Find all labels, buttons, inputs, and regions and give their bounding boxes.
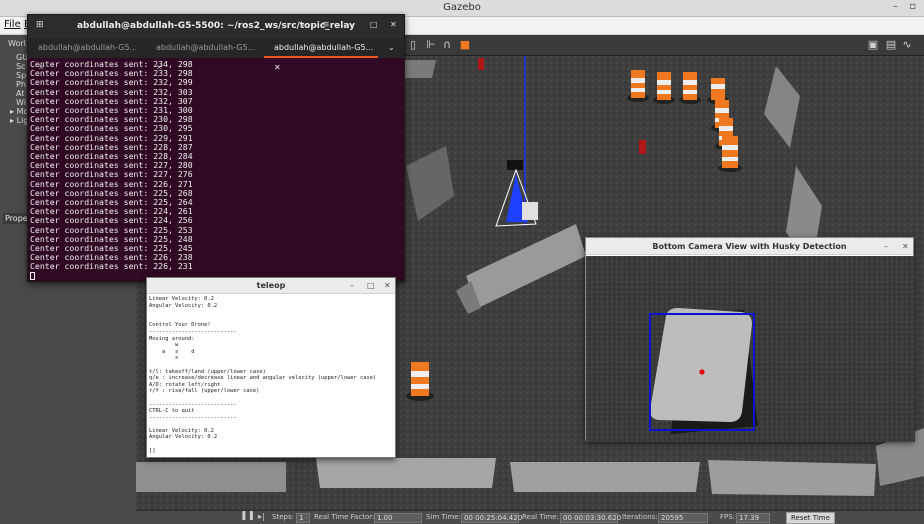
barrier [316, 458, 496, 488]
plot-icon[interactable]: ∿ [900, 38, 914, 52]
teleop-line: t/l: takeoff/land (upper/lower case) [149, 368, 266, 375]
tree-item-lights[interactable]: ▸ Lig [10, 116, 28, 125]
teleop-line: Control Your Drone! [149, 322, 211, 329]
properties-header: Prope [3, 213, 30, 224]
teleop-line: r/f : rise/fall (upper/lower case) [149, 388, 260, 395]
terminal-output[interactable]: Center coordinates sent: 234, 298 Center … [29, 59, 401, 281]
steps-input[interactable]: 1 [296, 513, 310, 523]
teleop-line: x [149, 355, 179, 362]
gazebo-title: Gazebo [443, 2, 481, 13]
align-icon[interactable]: ⊩ [424, 38, 438, 52]
world-tab[interactable]: Worl [8, 39, 26, 48]
terminal-tab-1[interactable]: abdullah@abdullah-G5... ✕ [28, 38, 146, 72]
teleop-output[interactable]: Linear Velocity: 0.2 Angular Velocity: 0.… [149, 296, 395, 456]
barrier [708, 460, 876, 496]
tree-item-models[interactable]: ▸ Mo [10, 107, 28, 116]
menu-icon[interactable]: ≡ [322, 20, 330, 30]
tree-item-scene[interactable]: Sc [16, 62, 25, 71]
terminal-window[interactable]: ⊞ abdullah@abdullah-G5-5500: ~/ros2_ws/s… [27, 14, 405, 282]
teleop-line: w [149, 342, 179, 349]
translate-icon[interactable]: ▯ [406, 38, 420, 52]
iterations-value: 20595 [658, 513, 708, 523]
hydrant [478, 58, 484, 70]
teleop-line: A/D: rotate left/right [149, 381, 221, 388]
camera-view-window[interactable]: Bottom Camera View with Husky Detection … [585, 237, 915, 442]
teleop-line: --------------------------- [149, 414, 237, 421]
teleop-line: CTRL-C to quit [149, 408, 195, 415]
terminal-tab-2[interactable]: abdullah@abdullah-G5... ✕ [146, 38, 264, 72]
teleop-line [149, 441, 395, 448]
real-time-label: Real Time: [522, 513, 559, 521]
maximize-icon[interactable]: □ [370, 20, 378, 29]
sim-time-value: 00 00:25:04.420 [461, 513, 522, 523]
step-icon[interactable]: ▸| [258, 512, 265, 521]
husky-robot [650, 308, 752, 422]
barrier [510, 462, 700, 492]
terminal-tab-3[interactable]: abdullah@abdullah-G5... ✕ [264, 38, 378, 72]
teleop-line: --------------------------- [149, 328, 237, 335]
detection-center-point [699, 369, 705, 375]
teleop-line [149, 421, 395, 428]
select-mode-icon[interactable]: ■ [458, 38, 472, 52]
camera-titlebar: Bottom Camera View with Husky Detection … [586, 238, 913, 255]
terminal-tabbar: abdullah@abdullah-G5... ✕ abdullah@abdul… [28, 38, 404, 72]
terminal-line: Center coordinates sent: 226, 231 [30, 261, 193, 272]
steps-label: Steps: [272, 513, 294, 521]
rtf-value: 1.00 [374, 513, 422, 523]
teleop-line: Angular Velocity: 0.2 [149, 434, 218, 441]
teleop-line: Angular Velocity: 0.2 [149, 302, 218, 309]
tree-item-physics[interactable]: Ph [16, 80, 26, 89]
teleop-line: q/e : increase/decrease linear and angul… [149, 375, 377, 382]
pause-icon[interactable]: ❚❚ [240, 511, 255, 521]
terminal-cursor [30, 272, 35, 281]
reset-time-button[interactable]: Reset Time [786, 512, 835, 524]
teleop-line: Moving around: [149, 335, 195, 342]
fps-value: 17.39 [736, 513, 770, 523]
camera-title: Bottom Camera View with Husky Detection [652, 242, 847, 251]
tree-item-atmosphere[interactable]: At [16, 89, 24, 98]
teleop-line: Linear Velocity: 0.2 [149, 296, 214, 302]
teleop-line [149, 316, 395, 323]
teleop-line: Linear Velocity: 0.2 [149, 427, 214, 434]
teleop-title: teleop [256, 281, 286, 290]
teleop-line: [] [149, 447, 156, 454]
terminal-titlebar: ⊞ abdullah@abdullah-G5-5500: ~/ros2_ws/s… [28, 15, 404, 38]
minimize-icon[interactable]: – [884, 242, 888, 251]
camera-frame [586, 256, 915, 442]
minimize-icon[interactable]: – [350, 20, 354, 29]
teleop-line: --------------------------- [149, 401, 237, 408]
fps-label: FPS: [720, 513, 736, 521]
teleop-line: a s d [149, 348, 195, 355]
close-icon[interactable]: ✕ [384, 281, 391, 290]
barrier [136, 462, 286, 492]
maximize-icon[interactable]: □ [367, 281, 375, 290]
teleop-window[interactable]: teleop – □ ✕ Linear Velocity: 0.2 Angular… [146, 277, 396, 458]
gazebo-bottom-bar: ❚❚ ▸| Steps: 1 Real Time Factor: 1.00 Si… [136, 510, 924, 524]
terminal-title: abdullah@abdullah-G5-5500: ~/ros2_ws/src… [76, 21, 355, 31]
teleop-line [149, 362, 395, 369]
hydrant [639, 140, 646, 154]
teleop-line [149, 395, 395, 402]
screenshot-icon[interactable]: ▣ [866, 38, 880, 52]
tabs-dropdown-icon[interactable]: ⌄ [388, 43, 395, 52]
tree-item-spherical[interactable]: Sp [16, 71, 26, 80]
camera-image [586, 256, 915, 442]
desktop-screen: Gazebo – ▫ File E ▯ ⊩ ∩ ■ ▣ ▤ ∿ Worl GU … [0, 0, 924, 524]
teleop-line [149, 309, 395, 316]
teleop-titlebar: teleop – □ ✕ [147, 278, 395, 294]
gazebo-window-controls[interactable]: – ▫ [893, 1, 920, 12]
menu-file[interactable]: File [4, 19, 21, 30]
rtf-label: Real Time Factor: [314, 513, 375, 521]
close-icon[interactable]: ✕ [390, 20, 397, 29]
close-icon[interactable]: ✕ [902, 242, 909, 251]
snap-icon[interactable]: ∩ [440, 38, 454, 52]
sim-time-label: Sim Time: [426, 513, 461, 521]
iterations-label: Iterations: [622, 513, 658, 521]
search-icon[interactable]: ⌕ [300, 20, 305, 30]
minimize-icon[interactable]: – [350, 281, 354, 290]
tree-item-wind[interactable]: Wi [16, 98, 26, 107]
real-time-value: 00 00:03:30.620 [560, 513, 621, 523]
log-icon[interactable]: ▤ [884, 38, 898, 52]
